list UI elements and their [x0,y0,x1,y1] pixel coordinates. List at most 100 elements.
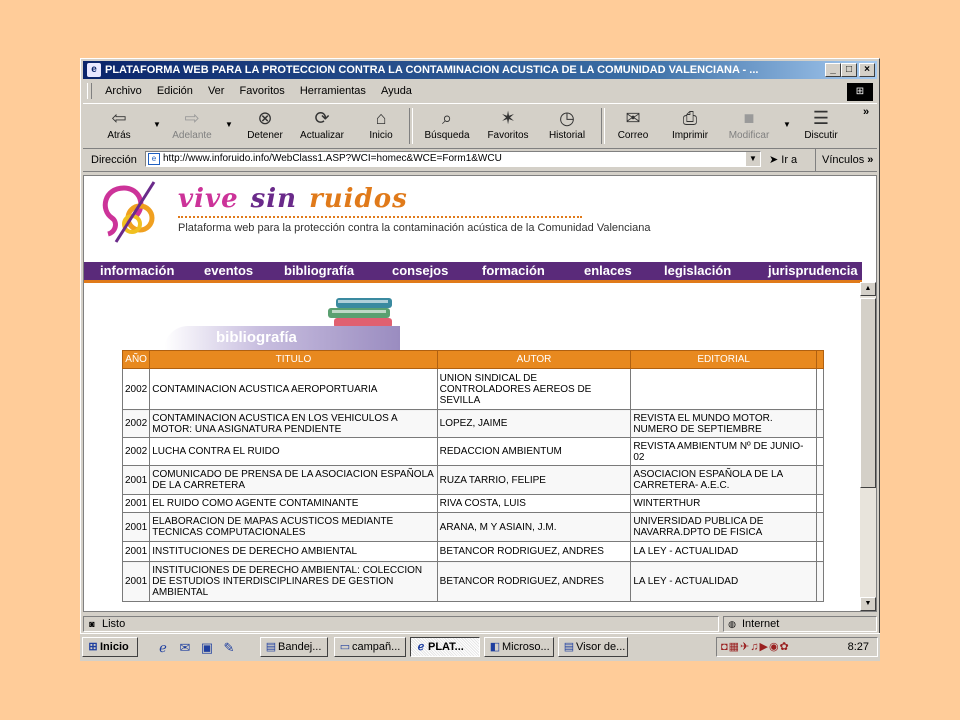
cell-extra [815,494,825,513]
channels-quicklaunch-icon[interactable]: ✎ [220,639,238,657]
back-dropdown-icon[interactable]: ▼ [153,120,161,129]
tray-icons[interactable]: ◘▦✈♫▶◉✿ [721,638,790,656]
ie-quicklaunch-icon[interactable]: ℯ [154,639,172,657]
maximize-button[interactable]: □ [841,63,857,77]
back-button[interactable]: ⇦ Atrás [99,106,139,146]
close-button[interactable]: × [859,63,875,77]
mail-button[interactable]: ✉ Correo [611,106,655,146]
favorites-button[interactable]: ✶ Favoritos [481,106,535,146]
edit-button[interactable]: ■ Modificar [723,106,775,146]
scroll-up-icon[interactable]: ▲ [860,282,876,296]
vertical-scrollbar[interactable]: ▲ ▼ [860,282,876,611]
go-button[interactable]: ➤ Ir a [769,149,797,171]
site-header: vive sin ruidos Plataforma web para la pro… [84,176,862,250]
home-label: Inicio [369,130,393,141]
outlook-quicklaunch-icon[interactable]: ✉ [176,639,194,657]
table-row[interactable]: 2001 COMUNICADO DE PRENSA DE LA ASOCIACI… [121,465,825,495]
cell-editorial: LA LEY - ACTUALIDAD [630,541,817,562]
toolbar-overflow-icon[interactable]: » [863,106,869,118]
scroll-down-icon[interactable]: ▼ [860,597,876,611]
cell-editorial: REVISTA EL MUNDO MOTOR. NUMERO DE SEPTIE… [630,409,817,438]
cell-year: 2001 [121,541,151,562]
desktop-quicklaunch-icon[interactable]: ▣ [198,639,216,657]
table-row[interactable]: 2002 LUCHA CONTRA EL RUIDO REDACCION AMB… [121,437,825,466]
nav-bibliografia[interactable]: bibliografía [284,262,354,280]
cell-title: LUCHA CONTRA EL RUIDO [149,437,438,466]
menu-archivo[interactable]: Archivo [99,81,148,101]
start-button[interactable]: ⊞ Inicio [82,637,138,657]
task-visor[interactable]: ▤ Visor de... [558,637,628,657]
stop-button[interactable]: ⊗ Detener [243,106,287,146]
cell-title: CONTAMINACION ACUSTICA EN LOS VEHICULOS … [149,409,438,438]
menu-ayuda[interactable]: Ayuda [375,81,418,101]
cell-editorial: UNIVERSIDAD PUBLICA DE NAVARRA.DPTO DE F… [630,512,817,542]
discuss-button[interactable]: ☰ Discutir [799,106,843,146]
windows-logo-icon: ⊞ [847,83,873,101]
cell-editorial: LA LEY - ACTUALIDAD [630,561,817,602]
nav-accent-stripe [84,280,862,283]
nav-enlaces[interactable]: enlaces [584,262,632,280]
print-button[interactable]: ⎙ Imprimir [667,106,713,146]
system-tray: ◘▦✈♫▶◉✿ 8:27 [716,637,878,657]
task-bandeja[interactable]: ▤ Bandej... [260,637,328,657]
minimize-button[interactable]: _ [825,63,841,77]
nav-legislacion[interactable]: legislación [664,262,731,280]
edit-label: Modificar [728,130,770,141]
table-row[interactable]: 2001 INSTITUCIONES DE DERECHO AMBIENTAL … [121,541,825,562]
cell-extra [815,368,825,410]
table-row[interactable]: 2001 INSTITUCIONES DE DERECHO AMBIENTAL:… [121,561,825,602]
history-button[interactable]: ◷ Historial [541,106,593,146]
table-header-row: AÑO TITULO AUTOR EDITORIAL [121,350,825,369]
brand-word-sin: sin [250,184,298,214]
folder-icon: ▭ [339,641,351,653]
task-label: Microso... [502,641,550,653]
nav-eventos[interactable]: eventos [204,262,253,280]
menu-favoritos[interactable]: Favoritos [234,81,291,101]
menu-herramientas[interactable]: Herramientas [294,81,372,101]
links-overflow-icon: » [867,154,874,166]
forward-button[interactable]: ⇨ Adelante [167,106,217,146]
task-campana[interactable]: ▭ campañ... [334,637,406,657]
cell-year: 2001 [121,512,151,542]
back-arrow-icon: ⇦ [111,108,127,128]
menu-ver[interactable]: Ver [202,81,231,101]
viewer-icon: ▤ [563,641,575,653]
cell-year: 2002 [121,437,151,466]
scroll-thumb[interactable] [860,298,876,488]
table-row[interactable]: 2002 CONTAMINACION ACUSTICA EN LOS VEHIC… [121,409,825,438]
browser-window: e PLATAFORMA WEB PARA LA PROTECCION CONT… [80,58,880,660]
print-label: Imprimir [671,130,709,141]
refresh-button[interactable]: ⟳ Actualizar [297,106,347,146]
nav-formacion[interactable]: formación [482,262,545,280]
cell-editorial: WINTERTHUR [630,494,817,513]
table-row[interactable]: 2001 ELABORACION DE MAPAS ACUSTICOS MEDI… [121,512,825,542]
cell-author: RUZA TARRIO, FELIPE [436,465,632,495]
task-plataforma[interactable]: ℯ PLAT... [410,637,480,657]
table-row[interactable]: 2001 EL RUIDO COMO AGENTE CONTAMINANTE R… [121,494,825,513]
task-microsoft[interactable]: ◧ Microso... [484,637,554,657]
brand-word-vive: vive [178,184,239,214]
links-label: Vínculos [822,154,865,166]
ear-logo-icon [102,181,156,243]
col-header-extra [815,350,825,369]
toolbar-separator [409,108,413,144]
menu-edicion[interactable]: Edición [151,81,199,101]
search-button[interactable]: ⌕ Búsqueda [419,106,475,146]
table-row[interactable]: 2002 CONTAMINACION ACUSTICA AEROPORTUARI… [121,368,825,410]
forward-dropdown-icon[interactable]: ▼ [225,120,233,129]
edit-dropdown-icon[interactable]: ▼ [783,120,791,129]
history-label: Historial [548,130,586,141]
nav-jurisprudencia[interactable]: jurisprudencia [768,262,858,280]
address-input[interactable]: e http://www.inforuido.info/WebClass1.ASP… [145,151,761,167]
nav-consejos[interactable]: consejos [392,262,448,280]
nav-informacion[interactable]: información [100,262,174,280]
home-button[interactable]: ⌂ Inicio [363,106,399,146]
site-brand: vive sin ruidos [178,184,408,214]
col-header-author: AUTOR [436,350,632,369]
address-dropdown-icon[interactable]: ▼ [745,152,760,166]
title-bar[interactable]: e PLATAFORMA WEB PARA LA PROTECCION CONT… [83,61,877,79]
links-button[interactable]: Vínculos » [815,149,873,171]
cell-author: LOPEZ, JAIME [436,409,632,438]
mail-label: Correo [617,130,649,141]
clock[interactable]: 8:27 [848,638,869,656]
